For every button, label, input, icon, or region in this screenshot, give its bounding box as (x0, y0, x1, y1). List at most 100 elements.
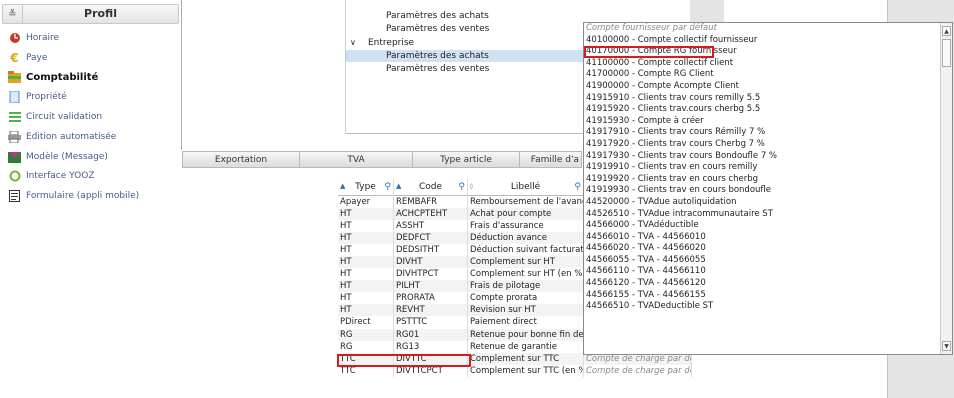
column-header-type[interactable]: ▲ Type ⚲ (338, 179, 394, 196)
tab-famille-article[interactable]: Famille d'a (520, 151, 582, 168)
cell-libelle: Complement sur TTC (en %) (470, 364, 584, 377)
clock-icon (8, 32, 21, 45)
sidebar-item-label: Horaire (26, 33, 60, 43)
sidebar-item-modele-message[interactable]: Modèle (Message) (8, 149, 108, 165)
cell-libelle: Retenue de garantie (468, 340, 584, 353)
sidebar-item-edition-automatisee[interactable]: Edition automatisée (8, 129, 116, 145)
cell-libelle: Complement sur HT (468, 256, 584, 269)
print-icon (8, 131, 21, 144)
cell-type: HT (338, 244, 394, 257)
tree-item-label: Paramètres des achats (386, 51, 489, 61)
cell-type: HT (338, 208, 394, 221)
double-chevron-down-icon[interactable]: ≚ (3, 5, 23, 23)
sidebar-header: ≚ Profil (2, 4, 179, 24)
dropdown-option[interactable]: 41917910 - Clients trav cours Rémilly 7 … (584, 127, 952, 139)
tab-tva[interactable]: TVA (300, 151, 413, 168)
cell-code: ACHCPTEHT (394, 208, 468, 221)
dropdown-option[interactable]: 41915910 - Clients trav cours remilly 5.… (584, 93, 952, 105)
search-icon[interactable]: ⚲ (574, 179, 581, 196)
dropdown-option[interactable]: 44526510 - TVAdue intracommunautaire ST (584, 209, 952, 221)
cell-libelle: Paiement direct (468, 316, 584, 329)
account-dropdown[interactable]: Compte fournisseur par défaut 40100000 - … (583, 22, 953, 355)
dropdown-option[interactable]: 41915930 - Compte à créer (584, 116, 952, 128)
dropdown-option[interactable]: 41917920 - Clients trav cours Cherbg 7 % (584, 139, 952, 151)
tree-item-parametres-achats[interactable]: Paramètres des achats (346, 10, 586, 22)
selected-row-highlight (337, 354, 471, 367)
dropdown-option[interactable]: 41700000 - Compte RG Client (584, 69, 952, 81)
tree-item-parametres-ventes[interactable]: Paramètres des ventes (346, 23, 586, 35)
sidebar-item-label: Paye (26, 53, 48, 63)
dropdown-option[interactable]: 40100000 - Compte collectif fournisseur (584, 35, 952, 47)
dropdown-option[interactable]: 41900000 - Compte Acompte Client (584, 81, 952, 93)
cell-compte-placeholder: Compte de charge par défaut (584, 364, 692, 377)
sort-icon[interactable]: ◊ (470, 178, 473, 195)
sidebar-item-label: Formulaire (appli mobile) (26, 191, 140, 201)
column-header-code[interactable]: ▲ Code ⚲ (394, 179, 468, 196)
cell-type: HT (338, 232, 394, 245)
dropdown-option[interactable]: 41919930 - Clients trav en cours bondouf… (584, 185, 952, 197)
cell-libelle: Achat pour compte (468, 208, 584, 221)
search-icon[interactable]: ⚲ (384, 179, 391, 196)
tree-item-entreprise[interactable]: ∨ Entreprise (346, 37, 586, 49)
cell-type: HT (338, 220, 394, 233)
cell-libelle: Frais de pilotage (468, 280, 584, 293)
dropdown-option[interactable]: 41917930 - Clients trav cours Bondoufle … (584, 151, 952, 163)
sync-icon (8, 170, 21, 183)
cell-type: HT (338, 304, 394, 317)
sidebar-item-paye[interactable]: € Paye (8, 50, 47, 66)
scroll-up-icon[interactable]: ▲ (942, 26, 951, 36)
cell-libelle: Déduction suivant facturat... (470, 244, 584, 257)
search-icon[interactable]: ⚲ (458, 179, 465, 196)
dropdown-option[interactable]: 44566000 - TVAdéductible (584, 220, 952, 232)
tab-type-article[interactable]: Type article (413, 151, 520, 168)
cell-type: HT (338, 292, 394, 305)
sidebar-item-label: Interface YOOZ (26, 171, 95, 181)
cell-code: DIVHT (394, 256, 468, 269)
cell-libelle: Complement sur HT (en %) (470, 268, 584, 281)
dropdown-option[interactable]: 44566010 - TVA - 44566010 (584, 232, 952, 244)
euro-icon: € (10, 51, 19, 65)
cell-libelle: Remboursement de l'avance... (468, 196, 584, 209)
envelope-icon (8, 151, 21, 164)
cell-libelle: Retenue pour bonne fin de t... (470, 328, 584, 341)
dropdown-option[interactable]: 40170000 - Compte RG fournisseur (584, 46, 737, 58)
column-header-libelle[interactable]: ◊ Libellé ⚲ (468, 179, 584, 196)
sidebar-item-circuit-validation[interactable]: Circuit validation (8, 109, 102, 125)
cell-code: DEDFCT (394, 232, 468, 245)
sidebar-item-interface-yooz[interactable]: Interface YOOZ (8, 168, 95, 184)
dropdown-option[interactable]: 44520000 - TVAdue autoliquidation (584, 197, 952, 209)
cell-type: Apayer (338, 196, 394, 209)
sidebar-item-propriete[interactable]: Propriété (8, 89, 67, 105)
dropdown-scrollbar[interactable]: ▲ ▼ (940, 23, 952, 354)
dropdown-option[interactable]: 44566155 - TVA - 44566155 (584, 290, 952, 302)
dropdown-option[interactable]: 41919910 - Clients trav en cours remilly (584, 162, 952, 174)
dropdown-option[interactable]: 44566110 - TVA - 44566110 (584, 266, 952, 278)
cell-type: RG (338, 340, 394, 353)
tab-exportation[interactable]: Exportation (182, 151, 300, 168)
cell-code: ASSHT (394, 220, 468, 233)
folder-icon (8, 71, 21, 84)
sidebar-item-comptabilite[interactable]: Comptabilité (8, 69, 98, 85)
dropdown-option[interactable]: 41915920 - Clients trav.cours cherbg 5.5 (584, 104, 952, 116)
tree-item-parametres-ventes[interactable]: Paramètres des ventes (346, 63, 586, 75)
cell-type: HT (338, 268, 394, 281)
dropdown-option[interactable]: 44566020 - TVA - 44566020 (584, 243, 952, 255)
scroll-down-icon[interactable]: ▼ (942, 341, 951, 351)
tree-item-parametres-achats-selected[interactable]: Paramètres des achats (346, 50, 586, 62)
sort-icon[interactable]: ▲ (396, 178, 401, 195)
dropdown-option[interactable]: 44566510 - TVADeductible ST (584, 301, 952, 313)
scroll-thumb[interactable] (942, 39, 951, 67)
dropdown-option[interactable]: 44566120 - TVA - 44566120 (584, 278, 952, 290)
dropdown-option[interactable]: 41919920 - Clients trav en cours cherbg (584, 174, 952, 186)
dropdown-option[interactable]: 41100000 - Compte collectif client (584, 58, 952, 70)
chevron-down-icon[interactable]: ∨ (350, 37, 364, 49)
dropdown-option[interactable]: 44566055 - TVA - 44566055 (584, 255, 952, 267)
tree-item-label: Paramètres des ventes (386, 24, 490, 34)
sidebar-item-label: Modèle (Message) (26, 152, 108, 162)
sidebar-item-formulaire[interactable]: Formulaire (appli mobile) (8, 188, 139, 204)
cell-code: RG13 (394, 340, 468, 353)
sidebar-item-horaire[interactable]: Horaire (8, 30, 59, 46)
dropdown-placeholder[interactable]: Compte fournisseur par défaut (584, 23, 952, 35)
sort-icon[interactable]: ▲ (340, 178, 345, 195)
cell-libelle: Complement sur TTC (468, 352, 584, 365)
